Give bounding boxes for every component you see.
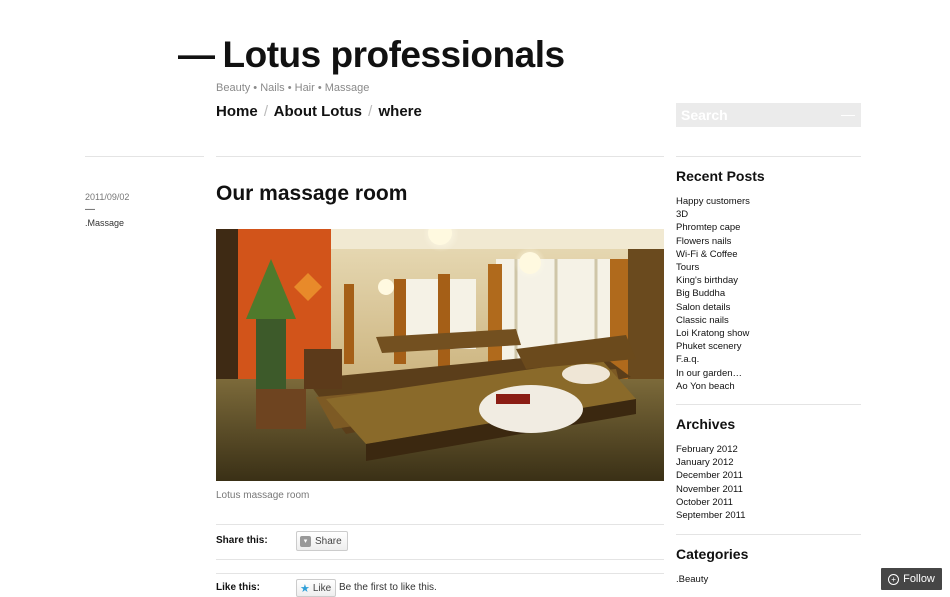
archive-link[interactable]: February 2012: [676, 444, 738, 455]
recent-post-link[interactable]: F.a.q.: [676, 354, 699, 365]
nav-separator: /: [263, 103, 269, 120]
recent-post-link[interactable]: King's birthday: [676, 275, 738, 286]
recent-post-link[interactable]: Flowers nails: [676, 236, 731, 247]
star-icon: ★: [300, 582, 310, 595]
site-title-text[interactable]: Lotus professionals: [223, 34, 566, 75]
share-dropdown-icon: ▾: [300, 535, 311, 547]
recent-post-link[interactable]: Classic nails: [676, 315, 729, 326]
recent-post-link[interactable]: 3D: [676, 209, 688, 220]
categories-title: Categories: [676, 546, 749, 562]
divider: [216, 524, 664, 525]
recent-post-link[interactable]: Ao Yon beach: [676, 381, 735, 392]
image-caption: Lotus massage room: [216, 490, 310, 501]
divider: [676, 534, 861, 535]
post-title[interactable]: Our massage room: [216, 182, 407, 206]
share-button[interactable]: ▾ Share: [296, 531, 348, 551]
divider: [216, 156, 664, 157]
recent-post-link[interactable]: In our garden…: [676, 368, 742, 379]
archive-link[interactable]: December 2011: [676, 470, 743, 481]
like-button-label: Like: [312, 582, 332, 594]
divider: [676, 404, 861, 405]
category-link[interactable]: .Beauty: [676, 574, 708, 585]
nav-about-lotus[interactable]: About Lotus: [274, 103, 362, 120]
nav-separator: /: [368, 103, 373, 120]
like-status-text: Be the first to like this.: [339, 582, 437, 593]
nav-where[interactable]: where: [378, 103, 421, 120]
massage-room-image: [216, 229, 664, 481]
post-category-link[interactable]: .Massage: [85, 218, 124, 228]
recent-posts-list: Happy customers 3D Phromtep cape Flowers…: [676, 195, 750, 393]
archives-title: Archives: [676, 416, 736, 432]
plus-circle-icon: +: [888, 573, 900, 585]
search-input[interactable]: [676, 103, 841, 127]
post-photo-massage-room[interactable]: [216, 229, 664, 481]
recent-post-link[interactable]: Tours: [676, 262, 699, 273]
site-title[interactable]: — Lotus professionals: [178, 34, 565, 76]
recent-post-link[interactable]: Phuket scenery: [676, 341, 741, 352]
main-nav: Home / About Lotus / where: [216, 103, 422, 120]
divider: [676, 156, 861, 157]
share-button-label: Share: [315, 535, 342, 547]
site-tagline: Beauty • Nails • Hair • Massage: [216, 82, 370, 94]
follow-button[interactable]: + Follow: [881, 568, 942, 590]
archive-link[interactable]: September 2011: [676, 510, 746, 521]
follow-label: Follow: [903, 573, 935, 585]
archive-link[interactable]: October 2011: [676, 497, 733, 508]
divider: [216, 559, 664, 560]
post-date: 2011/09/02: [85, 192, 130, 202]
search-box: —: [676, 103, 861, 127]
recent-post-link[interactable]: Loi Kratong show: [676, 328, 749, 339]
nav-home[interactable]: Home: [216, 103, 258, 120]
recent-post-link[interactable]: Big Buddha: [676, 288, 725, 299]
recent-post-link[interactable]: Phromtep cape: [676, 222, 740, 233]
archive-link[interactable]: November 2011: [676, 484, 743, 495]
divider: [216, 573, 664, 574]
like-heading: Like this:: [216, 582, 260, 593]
divider: [85, 156, 204, 157]
share-heading: Share this:: [216, 535, 268, 546]
archives-list: February 2012 January 2012 December 2011…: [676, 443, 746, 522]
recent-post-link[interactable]: Happy customers: [676, 196, 750, 207]
recent-post-link[interactable]: Wi-Fi & Coffee: [676, 249, 738, 260]
recent-post-link[interactable]: Salon details: [676, 302, 730, 313]
recent-posts-title: Recent Posts: [676, 168, 765, 184]
archive-link[interactable]: January 2012: [676, 457, 734, 468]
title-dash: —: [178, 34, 215, 75]
search-submit-button[interactable]: —: [841, 106, 855, 122]
post-meta-dash: —: [85, 204, 95, 215]
like-button[interactable]: ★ Like: [296, 579, 337, 597]
categories-list: .Beauty: [676, 573, 708, 586]
